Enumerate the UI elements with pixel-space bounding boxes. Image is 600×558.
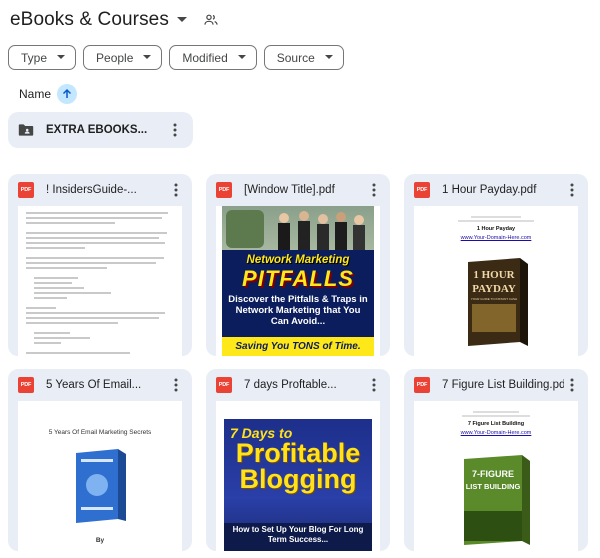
book-box-image: [72, 449, 128, 523]
file-card[interactable]: PDF 7 Figure List Building.pdf 7 Figure …: [404, 369, 588, 551]
file-name: 7 Figure List Building.pdf: [442, 379, 564, 391]
pdf-icon: PDF: [414, 377, 430, 393]
file-card[interactable]: PDF 7 days Proftable... 7 Days to Profit…: [206, 369, 390, 551]
file-name: [Window Title].pdf: [244, 184, 335, 196]
arrow-drop-down-icon: [143, 55, 152, 60]
book-cover: 7 Days to Profitable Blogging How to Set…: [224, 419, 372, 551]
file-thumbnail: 7 Figure List Building www.Your-Domain-H…: [414, 401, 578, 551]
file-thumbnail: 5 Years Of Email Marketing Secrets By: [18, 401, 182, 551]
arrow-drop-down-icon[interactable]: [176, 17, 187, 23]
file-thumbnail: [18, 206, 182, 356]
cover-subtitle: Discover the Pitfalls & Traps in Network…: [228, 294, 368, 327]
pdf-icon: PDF: [216, 377, 232, 393]
chip-label: Modified: [182, 50, 228, 65]
sales-page-header: 7 Figure List Building www.Your-Domain-H…: [414, 401, 578, 437]
file-card[interactable]: PDF 5 Years Of Email... 5 Years Of Email…: [8, 369, 192, 551]
page-header: eBooks & Courses: [10, 6, 219, 34]
sales-page-header: 1 Hour Payday www.Your-Domain-Here.com: [414, 206, 578, 242]
domain-link: www.Your-Domain-Here.com: [460, 235, 532, 241]
cover-line2: LIST BUILDING: [466, 482, 521, 491]
sort-control[interactable]: Name: [19, 84, 78, 104]
filter-type-chip[interactable]: Type: [8, 45, 77, 70]
people-icon[interactable]: [203, 12, 219, 28]
file-card-header: PDF ! InsidersGuide-...: [8, 174, 192, 206]
arrow-upward-icon[interactable]: [57, 84, 78, 104]
cover-line3: Blogging: [239, 464, 357, 494]
arrow-drop-down-icon: [324, 55, 333, 60]
pdf-icon: PDF: [414, 182, 430, 198]
more-vert-icon[interactable]: [168, 378, 184, 392]
more-vert-icon[interactable]: [167, 123, 183, 137]
file-card[interactable]: PDF 1 Hour Payday.pdf 1 Hour Payday www.…: [404, 174, 588, 356]
cover-line2: PAYDAY: [472, 283, 516, 295]
file-card[interactable]: PDF ! InsidersGuide-...: [8, 174, 192, 356]
filter-chips: Type People Modified Source: [8, 45, 344, 70]
file-card-header: PDF [Window Title].pdf: [206, 174, 390, 206]
page-title[interactable]: eBooks & Courses: [10, 9, 169, 31]
more-vert-icon[interactable]: [564, 183, 580, 197]
chip-label: Type: [21, 50, 48, 65]
page-heading: 1 Hour Payday: [476, 226, 516, 232]
file-thumbnail: 1 Hour Payday www.Your-Domain-Here.com 1…: [414, 206, 578, 356]
more-vert-icon[interactable]: [366, 378, 382, 392]
cover-sub: YOUR GUIDE TO INSTANT CASH: [471, 297, 517, 301]
document-text-preview: [18, 206, 182, 356]
file-thumbnail: Network Marketing PITFALLS Discover the …: [216, 206, 380, 356]
cover-headline: PITFALLS: [242, 266, 354, 291]
arrow-drop-down-icon: [237, 55, 246, 60]
cover-line1: 1 HOUR: [473, 269, 515, 281]
file-name: ! InsidersGuide-...: [46, 184, 137, 196]
filter-modified-chip[interactable]: Modified: [169, 45, 257, 70]
book-box-image: 1 HOUR PAYDAY YOUR GUIDE TO INSTANT CASH: [462, 258, 532, 348]
filter-people-chip[interactable]: People: [83, 45, 163, 70]
arrow-drop-down-icon: [57, 55, 66, 60]
file-name: 1 Hour Payday.pdf: [442, 184, 537, 196]
author-by-line: By: [95, 537, 105, 544]
chip-label: People: [96, 50, 134, 65]
book-box-image: 7-FIGURE LIST BUILDING: [458, 455, 534, 547]
cover-tagline: Saving You TONS of Time.: [222, 337, 374, 356]
chip-label: Source: [276, 50, 315, 65]
pdf-icon: PDF: [216, 182, 232, 198]
domain-link: www.Your-Domain-Here.com: [460, 430, 532, 436]
file-grid: PDF ! InsidersGuide-... PDF [Window Titl…: [8, 174, 588, 551]
book-cover: Network Marketing PITFALLS Discover the …: [222, 206, 374, 356]
file-thumbnail: 7 Days to Profitable Blogging How to Set…: [216, 401, 380, 551]
file-card-header: PDF 7 days Proftable...: [206, 369, 390, 401]
cover-subtitle: How to Set Up Your Blog For Long Term Su…: [232, 525, 364, 544]
file-card-header: PDF 7 Figure List Building.pdf: [404, 369, 588, 401]
file-card-header: PDF 5 Years Of Email...: [8, 369, 192, 401]
folder-card[interactable]: EXTRA EBOOKS...: [8, 112, 193, 148]
file-name: 5 Years Of Email...: [46, 379, 142, 391]
file-name: 7 days Proftable...: [244, 379, 337, 391]
shared-folder-icon: [18, 123, 34, 137]
filter-source-chip[interactable]: Source: [263, 45, 344, 70]
pdf-icon: PDF: [18, 377, 34, 393]
cover-line1: 7-FIGURE: [472, 469, 514, 479]
more-vert-icon[interactable]: [564, 378, 580, 392]
document-title: 5 Years Of Email Marketing Secrets: [48, 429, 152, 436]
pdf-icon: PDF: [18, 182, 34, 198]
file-card[interactable]: PDF [Window Title].pdf Network Marketing: [206, 174, 390, 356]
more-vert-icon[interactable]: [366, 183, 382, 197]
file-card-header: PDF 1 Hour Payday.pdf: [404, 174, 588, 206]
sort-label: Name: [19, 87, 52, 101]
more-vert-icon[interactable]: [168, 183, 184, 197]
cover-photo: [222, 206, 374, 250]
page-heading: 7 Figure List Building: [467, 421, 525, 427]
folder-name: EXTRA EBOOKS...: [46, 124, 148, 136]
